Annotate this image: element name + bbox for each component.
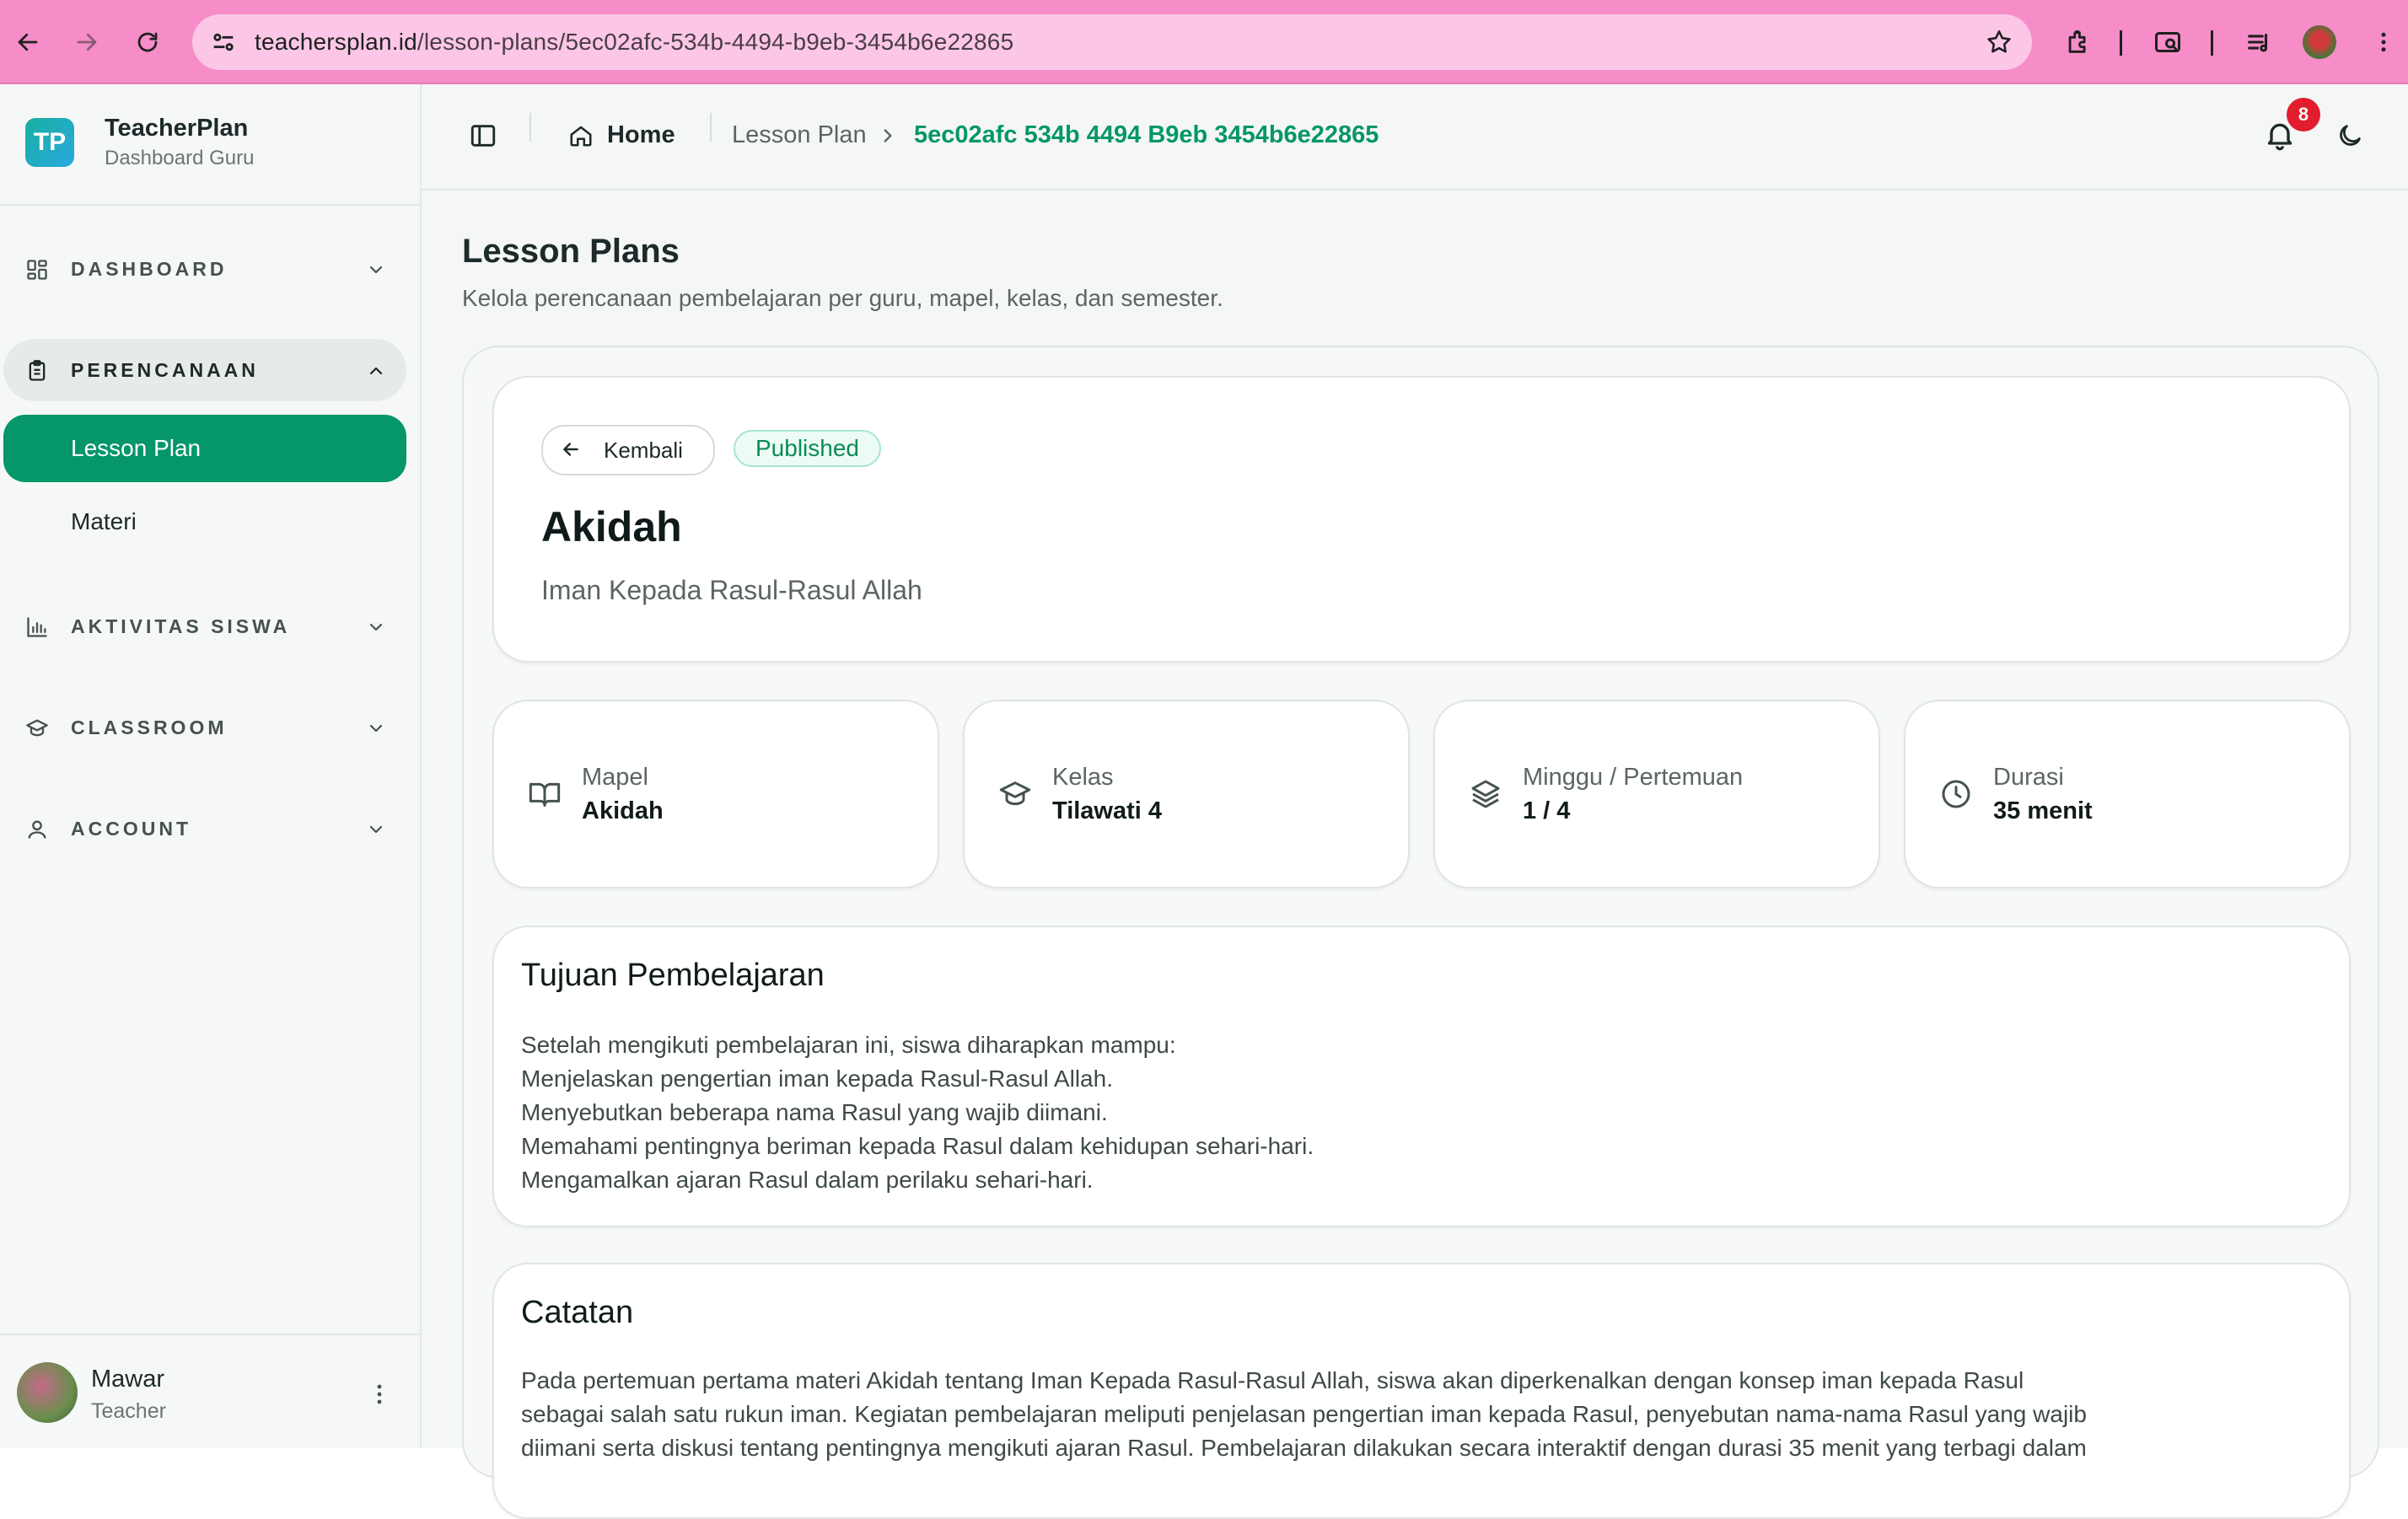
topbar-divider	[529, 113, 531, 142]
stat-card-durasi: Durasi 35 menit	[1904, 700, 2351, 888]
breadcrumb-current: 5ec02afc 534b 4494 B9eb 3454b6e22865	[914, 121, 1379, 148]
back-button[interactable]: Kembali	[541, 425, 715, 475]
back-button-label: Kembali	[604, 437, 683, 463]
dashboard-grid-icon	[25, 258, 49, 282]
sidebar-item-label: Lesson Plan	[71, 435, 202, 461]
bar-chart-icon	[25, 615, 49, 639]
user-name: Mawar	[91, 1366, 165, 1393]
home-icon[interactable]	[568, 123, 594, 148]
chevron-up-icon	[366, 361, 386, 381]
objectives-line: Memahami pentingnya beriman kepada Rasul…	[521, 1133, 1314, 1159]
avatar[interactable]	[17, 1362, 78, 1423]
top-bar: Home Lesson Plan 5ec02afc 534b 4494 B9eb…	[422, 84, 2408, 191]
stat-label: Durasi	[1993, 764, 2064, 791]
lesson-detail-panel: Kembali Published Akidah Iman Kepada Ras…	[462, 346, 2379, 1519]
browser-menu-icon[interactable]	[2366, 24, 2401, 60]
reload-icon[interactable]	[130, 24, 165, 60]
chevron-down-icon	[366, 718, 386, 738]
stat-card-kelas: Kelas Tilawati 4	[963, 700, 1410, 888]
page-title: Lesson Plans	[462, 233, 680, 270]
sidebar-group-label: PERENCANAAN	[71, 358, 259, 381]
stat-label: Mapel	[582, 764, 648, 791]
notes-line: diimani serta diskusi tentang pentingnya…	[521, 1435, 2087, 1461]
stat-label: Kelas	[1052, 764, 1114, 791]
stat-value: 1 / 4	[1523, 797, 1571, 824]
toolbar-divider	[2211, 30, 2213, 56]
graduation-cap-icon	[25, 717, 49, 740]
lesson-header-card: Kembali Published Akidah Iman Kepada Ras…	[492, 376, 2351, 663]
notes-title: Catatan	[521, 1295, 634, 1330]
sidebar-item-label: Materi	[71, 508, 137, 534]
stat-value: Tilawati 4	[1052, 797, 1163, 824]
sidebar-group-account[interactable]: ACCOUNT	[3, 797, 406, 860]
status-badge: Published	[734, 430, 881, 467]
tab-search-icon[interactable]	[2150, 24, 2185, 60]
objectives-card: Tujuan Pembelajaran Setelah mengikuti pe…	[492, 926, 2351, 1227]
sidebar-group-label: DASHBOARD	[71, 257, 228, 280]
notes-card: Catatan Pada pertemuan pertama materi Ak…	[492, 1263, 2351, 1519]
sidebar: TP TeacherPlan Dashboard Guru DASHBOARD …	[0, 84, 422, 1448]
objectives-line: Setelah mengikuti pembelajaran ini, sisw…	[521, 1032, 1176, 1058]
sidebar-group-aktivitas-siswa[interactable]: AKTIVITAS SISWA	[3, 595, 406, 658]
back-arrow-icon[interactable]	[10, 24, 46, 60]
sidebar-item-lesson-plan[interactable]: Lesson Plan	[3, 415, 406, 482]
dark-mode-moon-icon[interactable]	[2335, 121, 2364, 150]
graduation-cap-icon	[998, 777, 1032, 811]
site-settings-icon[interactable]	[209, 28, 238, 56]
user-icon	[25, 818, 49, 841]
objectives-line: Menjelaskan pengertian iman kepada Rasul…	[521, 1065, 1113, 1092]
objectives-title: Tujuan Pembelajaran	[521, 958, 825, 993]
sidebar-group-label: AKTIVITAS SISWA	[71, 615, 291, 637]
forward-arrow-icon[interactable]	[69, 24, 105, 60]
breadcrumb-lesson-plan[interactable]: Lesson Plan	[732, 121, 867, 149]
more-vertical-icon[interactable]	[364, 1379, 395, 1409]
notes-line: sebagai salah satu rukun iman. Kegiatan …	[521, 1401, 2087, 1427]
chevron-right-icon	[877, 125, 899, 147]
page-subtitle: Kelola perencanaan pembelajaran per guru…	[462, 285, 1223, 311]
lesson-title: Akidah	[541, 503, 682, 550]
brand-header: TP TeacherPlan Dashboard Guru	[0, 84, 420, 206]
chevron-down-icon	[366, 819, 386, 840]
stat-card-mapel: Mapel Akidah	[492, 700, 939, 888]
extensions-icon[interactable]	[2061, 24, 2096, 60]
clock-icon	[1939, 777, 1973, 811]
book-open-icon	[528, 777, 562, 811]
media-queue-icon[interactable]	[2241, 24, 2276, 60]
sidebar-group-classroom[interactable]: CLASSROOM	[3, 696, 406, 759]
bookmark-star-icon[interactable]	[1985, 28, 2013, 56]
arrow-left-icon	[560, 438, 582, 460]
lesson-subtitle: Iman Kepada Rasul-Rasul Allah	[541, 575, 922, 605]
main-content: Home Lesson Plan 5ec02afc 534b 4494 B9eb…	[422, 84, 2408, 1519]
objectives-line: Menyebutkan beberapa nama Rasul yang waj…	[521, 1099, 1108, 1125]
topbar-divider	[710, 113, 712, 142]
chevron-down-icon	[366, 617, 386, 637]
notes-line: Pada pertemuan pertama materi Akidah ten…	[521, 1367, 2024, 1393]
app-logo[interactable]: TP	[25, 118, 74, 167]
sidebar-toggle-icon[interactable]	[469, 121, 497, 150]
toolbar-divider	[2120, 30, 2122, 56]
notification-badge: 8	[2287, 98, 2320, 132]
profile-avatar[interactable]	[2302, 24, 2337, 60]
user-role: Teacher	[91, 1399, 166, 1423]
chevron-down-icon	[366, 260, 386, 280]
sidebar-group-dashboard[interactable]: DASHBOARD	[3, 238, 406, 300]
stat-value: Akidah	[582, 797, 664, 824]
address-bar[interactable]: teachersplan.id/lesson-plans/5ec02afc-53…	[192, 14, 2032, 70]
clipboard-icon	[25, 359, 49, 383]
stat-card-minggu-pertemuan: Minggu / Pertemuan 1 / 4	[1433, 700, 1880, 888]
stat-label: Minggu / Pertemuan	[1523, 764, 1744, 791]
sidebar-item-materi[interactable]: Materi	[3, 488, 406, 556]
browser-toolbar: teachersplan.id/lesson-plans/5ec02afc-53…	[0, 0, 2408, 84]
layers-icon	[1469, 777, 1502, 811]
url-text[interactable]: teachersplan.id/lesson-plans/5ec02afc-53…	[255, 29, 1013, 56]
sidebar-group-label: ACCOUNT	[71, 817, 191, 840]
stat-value: 35 menit	[1993, 797, 2093, 824]
objectives-line: Mengamalkan ajaran Rasul dalam perilaku …	[521, 1167, 1094, 1193]
user-profile[interactable]: Mawar Teacher	[0, 1334, 420, 1450]
brand-name: TeacherPlan	[105, 115, 249, 142]
brand-subtitle: Dashboard Guru	[105, 147, 255, 169]
sidebar-group-perencanaan[interactable]: PERENCANAAN	[3, 339, 406, 401]
sidebar-group-label: CLASSROOM	[71, 716, 228, 738]
breadcrumb-home[interactable]: Home	[607, 121, 675, 149]
